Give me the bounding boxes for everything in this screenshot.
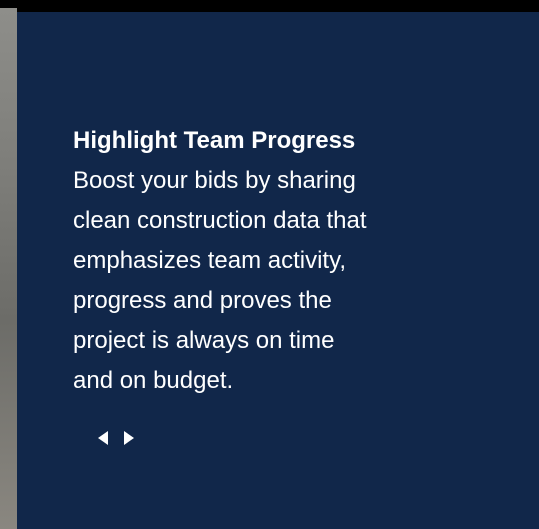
slide-body: Boost your bids by sharing clean constru…	[73, 167, 367, 394]
page: Highlight Team Progress Boost your bids …	[0, 0, 539, 529]
slide-headline: Highlight Team Progress	[73, 127, 356, 154]
slide-content: Highlight Team Progress Boost your bids …	[73, 121, 473, 401]
triangle-left-icon	[98, 431, 108, 445]
carousel-controls	[96, 430, 136, 446]
top-bar	[0, 0, 539, 8]
previous-slide-button[interactable]	[96, 430, 110, 446]
background-photo-strip	[0, 8, 17, 529]
triangle-right-icon	[124, 431, 134, 445]
next-slide-button[interactable]	[122, 430, 136, 446]
